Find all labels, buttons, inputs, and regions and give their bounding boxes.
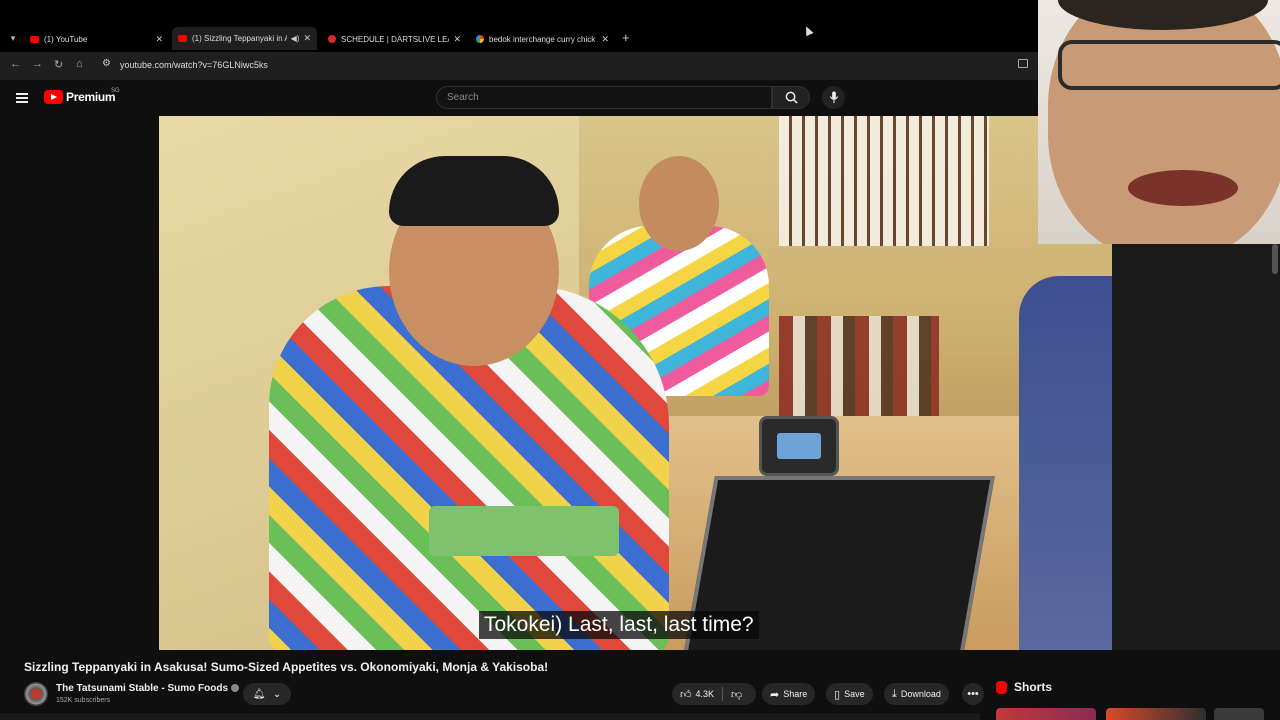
tab-close-icon[interactable]: ✕: [601, 34, 609, 45]
tab-label: SCHEDULE | DARTSLIVE LEAGUE: [341, 34, 449, 44]
download-icon: ⤓: [892, 687, 897, 700]
tab-search-dropdown[interactable]: ▾: [6, 30, 20, 46]
shorts-shelf-header[interactable]: Shorts: [996, 680, 1052, 694]
bell-icon: 🔔︎: [252, 688, 266, 700]
bookmark-icon: ▯: [834, 688, 841, 701]
menu-icon[interactable]: [16, 93, 28, 103]
thumbs-down-icon[interactable]: 👎︎: [731, 688, 742, 701]
subscriber-count: 152K subscribers: [56, 697, 111, 704]
shorts-thumbnail[interactable]: [996, 708, 1096, 720]
youtube-play-icon: [44, 90, 63, 104]
home-icon[interactable]: ⌂: [76, 58, 83, 70]
shorts-icon: [996, 680, 1007, 694]
tab-close-icon[interactable]: ✕: [453, 34, 461, 45]
share-icon: ➦: [770, 688, 780, 701]
shorts-label: Shorts: [1014, 680, 1053, 694]
google-icon: [476, 35, 484, 43]
download-label: Download: [900, 689, 941, 699]
youtube-icon: [178, 35, 187, 42]
search-placeholder: Search: [447, 92, 479, 103]
shorts-thumbnail[interactable]: [1106, 708, 1206, 720]
browser-tab-youtube[interactable]: (1) YouTube ✕: [24, 29, 169, 49]
reload-icon[interactable]: ↻: [54, 58, 63, 71]
browser-tab-dartslive[interactable]: SCHEDULE | DARTSLIVE LEAGUE ✕: [322, 29, 467, 49]
url-field[interactable]: youtube.com/watch?v=76GLNiwc5ks: [120, 60, 268, 70]
video-scene-person-main: [269, 156, 689, 650]
tab-label: bedok interchange curry chick: [489, 34, 596, 44]
verified-icon: [231, 684, 240, 693]
site-info-icon[interactable]: ⚙: [102, 58, 111, 69]
comments-section-edge: [0, 713, 980, 720]
channel-avatar[interactable]: [24, 682, 48, 706]
more-actions-button[interactable]: •••: [962, 683, 984, 705]
like-divider: [722, 687, 724, 701]
video-title: Sizzling Teppanyaki in Asakusa! Sumo-Siz…: [24, 660, 549, 674]
video-scene-window: [779, 116, 989, 246]
channel-name: The Tatsunami Stable - Sumo Foods: [56, 683, 229, 694]
dartslive-icon: [328, 35, 336, 43]
video-scene-camera: [759, 416, 839, 476]
tab-label: (1) YouTube: [44, 34, 88, 44]
shorts-thumbnail[interactable]: [1214, 708, 1264, 720]
video-caption: Tokokei) Last, last, last time?: [479, 611, 759, 639]
like-dislike-group: 👍︎ 4.3K 👎︎: [672, 683, 756, 705]
cast-icon[interactable]: [1018, 59, 1028, 68]
video-player[interactable]: Tokokei) Last, last, last time?: [159, 116, 1112, 650]
video-scene-person-right: [1019, 276, 1112, 650]
speaker-icon[interactable]: ◀): [291, 34, 300, 43]
share-label: Share: [783, 689, 808, 699]
youtube-icon: [30, 35, 39, 43]
share-button[interactable]: ➦ Share: [762, 683, 816, 705]
youtube-premium-logo[interactable]: Premium SG: [44, 88, 120, 104]
search-input[interactable]: Search: [436, 86, 772, 109]
page-scrollbar[interactable]: [1272, 244, 1278, 274]
save-label: Save: [844, 689, 865, 699]
forward-icon[interactable]: →: [32, 58, 43, 70]
logo-text: Premium: [66, 90, 116, 104]
thumbs-up-icon[interactable]: 👍︎: [680, 688, 692, 701]
chevron-down-icon: ⌄: [272, 688, 282, 700]
subscribed-notifications-button[interactable]: 🔔︎ ⌄: [243, 683, 291, 705]
webcam-overlay: [1038, 0, 1280, 244]
new-tab-button[interactable]: +: [622, 30, 630, 45]
download-button[interactable]: ⤓ Download: [884, 683, 949, 705]
search-button[interactable]: [772, 86, 810, 109]
like-count[interactable]: 4.3K: [696, 689, 715, 699]
tab-close-icon[interactable]: ✕: [303, 33, 311, 44]
sidebar-background: [1112, 244, 1280, 650]
browser-tab-google[interactable]: bedok interchange curry chick ✕: [470, 29, 615, 49]
browser-tab-video[interactable]: (1) Sizzling Teppanyaki in A ◀) ✕: [172, 27, 317, 50]
save-button[interactable]: ▯ Save: [826, 683, 873, 705]
back-icon[interactable]: ←: [10, 58, 21, 70]
region-code: SG: [111, 88, 120, 94]
search-icon: [785, 91, 798, 104]
microphone-icon: [829, 91, 838, 104]
tab-label: (1) Sizzling Teppanyaki in A: [192, 34, 287, 43]
video-scene-condiments: [779, 316, 939, 416]
channel-name-link[interactable]: The Tatsunami Stable - Sumo Foods: [56, 683, 240, 694]
voice-search-button[interactable]: [822, 86, 845, 109]
tab-close-icon[interactable]: ✕: [155, 34, 163, 45]
